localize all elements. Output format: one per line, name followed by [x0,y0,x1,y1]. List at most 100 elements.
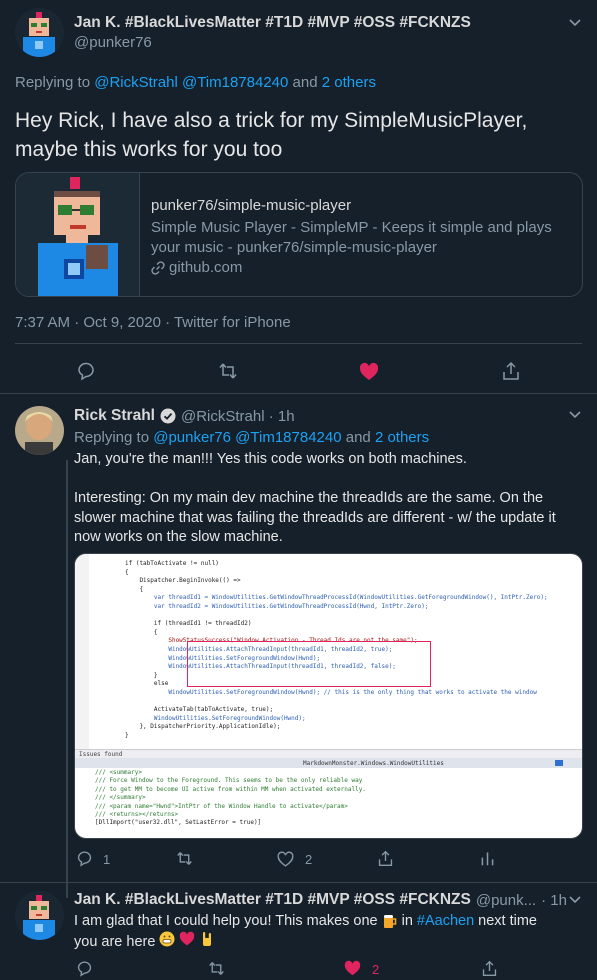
highlight-box [187,641,431,687]
rock-on-hand-emoji-icon [199,931,215,953]
code-screenshot-image[interactable]: if (tabToActivate != null){ Dispatcher.B… [74,553,583,839]
verified-badge-icon [160,408,176,424]
chevron-down-icon[interactable] [568,408,582,422]
replying-prefix: Replying to [74,429,150,446]
retweet-icon[interactable] [176,850,193,867]
doc-comment-line: /// </summary> [95,794,146,802]
tweet3-text-line1: I am glad that I could help you! This ma… [74,911,537,931]
replying-prefix: Replying to [15,74,91,91]
panel-toolbar: MarkdownMonster.Windows.WindowUtilities [75,758,582,768]
code-line: ActivateTab(tabToActivate, true); [125,706,274,714]
reply-icon[interactable] [76,850,93,867]
code-line: var threadId2 = WindowUtilities.GetWindo… [125,602,429,610]
reply-icon[interactable] [76,960,93,977]
like-icon-filled[interactable] [359,362,379,382]
link-card-desc-line2: your music - punker76/simple-music-playe… [151,239,437,256]
tweet2-header: Rick Strahl @RickStrahl · 1h [74,407,295,425]
code-line: var threadId1 = WindowUtilities.GetWindo… [125,594,548,602]
tweet2-display-name[interactable]: Rick Strahl [74,407,155,425]
divider [15,343,582,344]
retweet-icon[interactable] [218,361,238,381]
doc-comment-line: /// <returns></returns> [95,811,179,819]
tweet2-handle[interactable]: @RickStrahl · 1h [181,408,295,425]
tweet3-text-line2-text: you are here [74,934,156,950]
tweet1-display-name[interactable]: Jan K. #BlackLivesMatter #T1D #MVP #OSS … [74,14,471,32]
code-line: } [125,731,129,739]
code-line: { [125,585,144,593]
link-card-image [16,173,140,296]
doc-comment-line: /// to get MM to become UI active from w… [95,785,366,793]
analytics-icon[interactable] [479,850,496,867]
tweet1-text-line1: Hey Rick, I have also a trick for my Sim… [15,109,528,132]
replying-others-link[interactable]: 2 others [375,429,429,446]
link-card-description: Simple Music Player - SimpleMP - Keeps i… [151,218,552,258]
like-icon[interactable] [277,851,294,868]
replying-users-link[interactable]: @punker76 @Tim18784240 [153,429,341,446]
tweet3-header: Jan K. #BlackLivesMatter #T1D #MVP #OSS … [74,891,567,909]
avatar-punker76[interactable] [15,8,64,57]
issues-tab: Issues found [79,751,123,758]
code-line: if (threadId1 != threadId2) [125,620,252,628]
tweet3-text-part1: I am glad that I could help you! This ma… [74,913,378,929]
tweet2-replying-to: Replying to @punker76 @Tim18784240 and 2… [74,429,429,446]
panel-button-icon [555,760,563,766]
code-line: Dispatcher.BeginInvoke(() => [125,577,241,585]
chevron-down-icon[interactable] [568,16,582,30]
like-icon-filled[interactable] [344,960,361,977]
code-line: { [125,568,129,576]
share-icon[interactable] [481,960,498,977]
tweet1-replying-to: Replying to @RickStrahl @Tim18784240 and… [15,74,376,91]
editor-gutter [75,554,89,749]
tweet2-text: Jan, you're the man!!! Yes this code wor… [74,450,556,548]
doc-comment-line: /// Force Window to the Foreground. This… [95,777,363,785]
issues-panel-header: Issues found [75,749,582,758]
tweet1-text-line2: maybe this works for you too [15,138,283,161]
tweet3-text-part3: next time [478,913,537,929]
chevron-down-icon[interactable] [568,893,582,907]
tweet1-handle[interactable]: @punker76 [74,34,152,51]
retweet-icon[interactable] [208,960,225,977]
tweet3-text-part2: in [401,913,413,929]
reply-count: 1 [103,852,111,867]
share-icon[interactable] [377,850,394,867]
like-count: 2 [305,852,313,867]
reply-icon[interactable] [76,361,96,381]
link-card-domain-row: github.com [151,259,242,276]
code-line: WindowUtilities.SetForegroundWindow(Hwnd… [125,714,306,722]
tweet3-handle[interactable]: @punk... [476,892,536,909]
tweet2-text-line2: Interesting: On my main dev machine the … [74,490,544,506]
link-card-desc-line1: Simple Music Player - SimpleMP - Keeps i… [151,219,552,236]
red-heart-emoji-icon [179,931,195,953]
code-line: { [125,628,158,636]
replying-and: and [292,74,318,91]
link-icon [151,260,165,275]
code-line: }, DispatcherPriority.ApplicationIdle); [125,723,281,731]
tweet3-time[interactable]: · 1h [541,892,567,909]
hashtag-aachen-link[interactable]: #Aachen [417,911,474,931]
tweet1-text: Hey Rick, I have also a trick for my Sim… [15,106,527,164]
tweet1-timestamp[interactable]: 7:37 AM · Oct 9, 2020 · Twitter for iPho… [15,314,291,331]
tweet3-text-line2: you are here [74,931,537,953]
divider [0,882,597,883]
tweet3-display-name[interactable]: Jan K. #BlackLivesMatter #T1D #MVP #OSS … [74,891,471,909]
doc-comment-line: /// <summary> [95,769,142,776]
doc-comment-line: /// <param name="Hwnd">IntPtr of the Win… [95,802,348,810]
like-count: 2 [372,962,380,977]
link-card[interactable]: punker76/simple-music-player Simple Musi… [15,172,583,297]
tweet2-text-line4: now works on the slow machine. [74,529,283,545]
avatar-rickstrahl[interactable] [15,406,64,455]
thread-connector [66,460,68,898]
avatar-punker76[interactable] [15,891,64,940]
grinning-face-emoji-icon [159,931,175,953]
beer-mug-emoji-icon [382,913,398,929]
replying-and: and [345,429,371,446]
replying-others-link[interactable]: 2 others [322,74,376,91]
panel-path: MarkdownMonster.Windows.WindowUtilities [303,760,444,767]
tweet2-text-line3: slower machine that was failing the thre… [74,509,556,526]
doc-comment-line: [DllImport("user32.dll", SetLastError = … [95,819,262,827]
divider [0,393,597,394]
replying-users-link[interactable]: @RickStrahl @Tim18784240 [94,74,288,91]
share-icon[interactable] [501,361,521,381]
